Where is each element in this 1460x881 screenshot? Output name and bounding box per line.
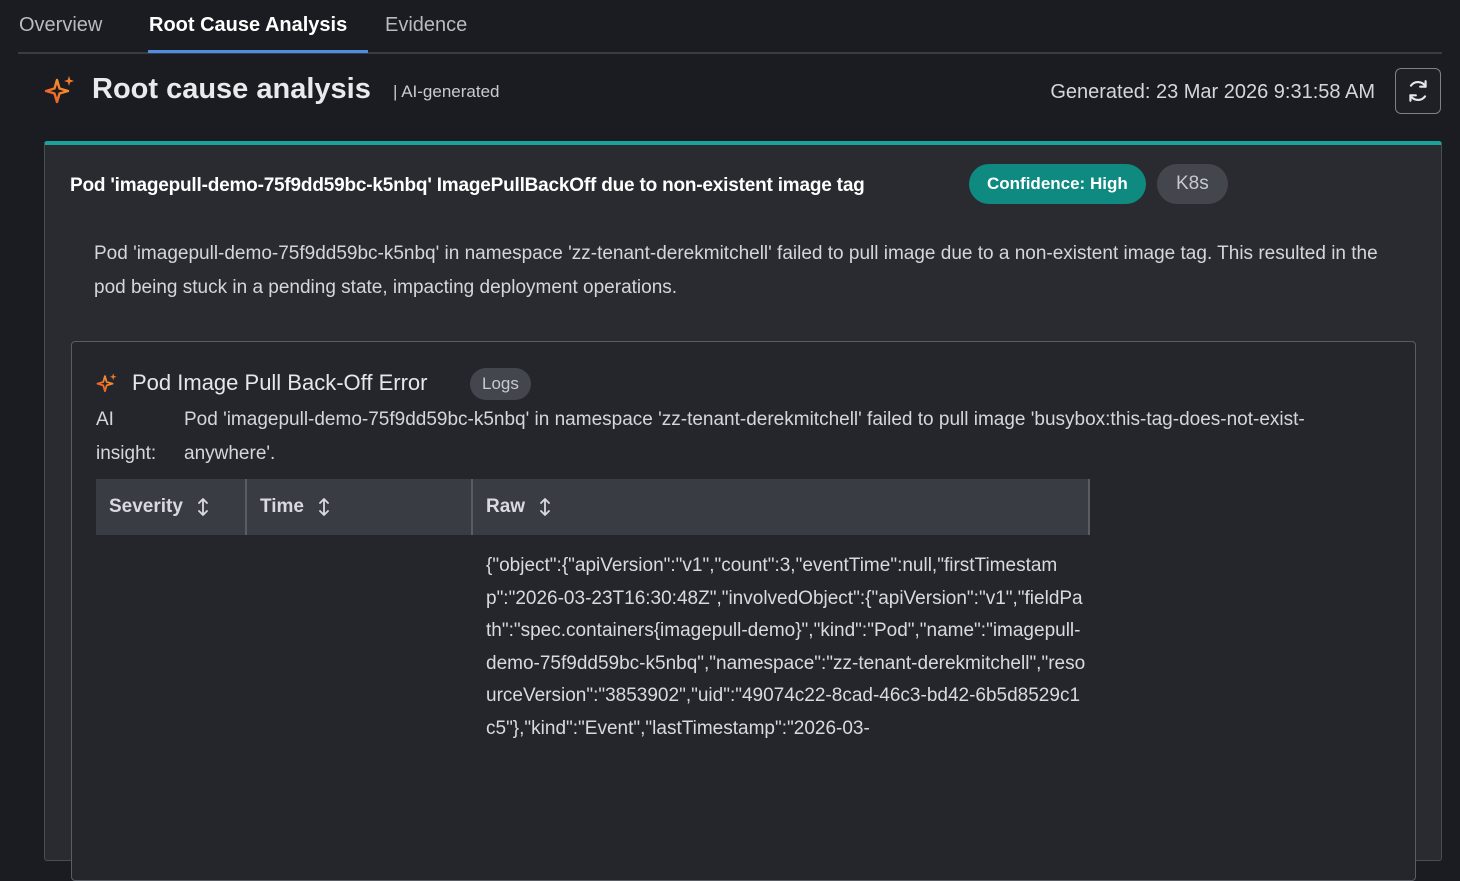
sort-icon xyxy=(540,498,551,516)
finding-summary: Pod 'imagepull-demo-75f9dd59bc-k5nbq' in… xyxy=(94,243,1378,298)
refresh-icon xyxy=(1409,80,1427,102)
finding-title: Pod 'imagepull-demo-75f9dd59bc-k5nbq' Im… xyxy=(70,175,865,196)
source-badge: Logs xyxy=(470,368,531,400)
column-header-time[interactable]: Time xyxy=(247,479,331,535)
cell-raw: {"object":{"apiVersion":"v1","count":3,"… xyxy=(486,555,1086,739)
category-badge: K8s xyxy=(1157,164,1228,204)
sort-icon xyxy=(198,498,209,516)
ai-insight-text: Pod 'imagepull-demo-75f9dd59bc-k5nbq' in… xyxy=(184,409,1305,464)
column-label: Severity xyxy=(109,496,183,517)
tab-evidence[interactable]: Evidence xyxy=(385,14,467,37)
tab-bar: Overview Root Cause Analysis Evidence xyxy=(18,0,1442,54)
sparkle-icon xyxy=(96,373,117,393)
column-label: Time xyxy=(260,496,305,517)
sort-icon xyxy=(319,498,330,516)
column-header-raw[interactable]: Raw xyxy=(473,479,552,535)
confidence-badge: Confidence: High xyxy=(969,164,1146,204)
ai-generated-tag: | AI-generated xyxy=(393,82,500,101)
rca-header: Root cause analysis | AI-generated Gener… xyxy=(0,60,1460,124)
refresh-button[interactable] xyxy=(1395,68,1441,114)
tab-overview[interactable]: Overview xyxy=(19,14,102,37)
tab-root-cause-analysis[interactable]: Root Cause Analysis xyxy=(149,14,347,37)
evidence-title: Pod Image Pull Back-Off Error xyxy=(132,370,428,395)
column-header-severity[interactable]: Severity xyxy=(96,479,210,535)
sparkle-icon xyxy=(44,76,74,104)
generated-timestamp: Generated: 23 Mar 2026 9:31:58 AM xyxy=(1050,81,1375,103)
ai-insight-label: AI insight: xyxy=(96,409,157,464)
evidence-card: Pod Image Pull Back-Off Error Logs AI in… xyxy=(71,341,1416,881)
page-title: Root cause analysis xyxy=(92,73,371,105)
column-label: Raw xyxy=(486,496,526,517)
table-header: Severity Time Raw xyxy=(96,479,1090,535)
active-tab-indicator xyxy=(148,50,368,53)
finding-card: Pod 'imagepull-demo-75f9dd59bc-k5nbq' Im… xyxy=(44,141,1442,881)
